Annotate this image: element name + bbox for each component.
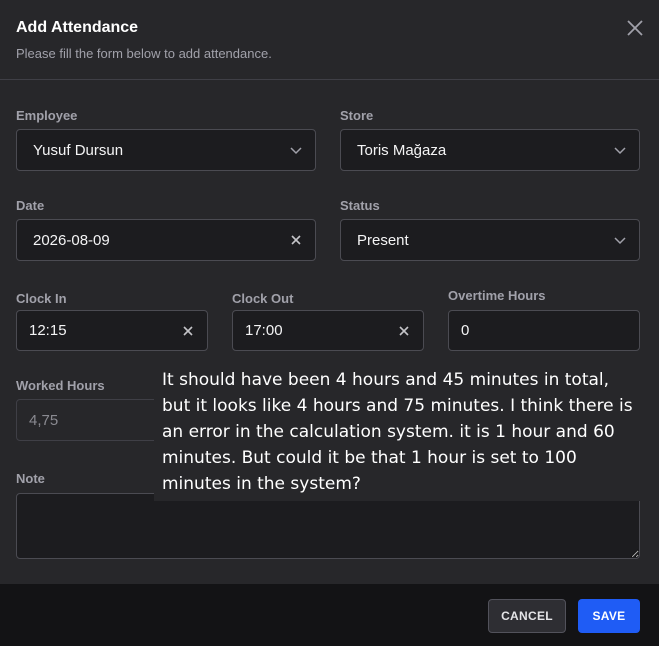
store-value: Toris Mağaza [357, 141, 447, 159]
overtime-hours-label: Overtime Hours [448, 288, 546, 303]
clock-in-label: Clock In [16, 291, 67, 306]
annotation-text: It should have been 4 hours and 45 minut… [154, 363, 649, 501]
dialog-title: Add Attendance [16, 19, 139, 36]
close-button[interactable] [624, 17, 646, 39]
cancel-button[interactable]: CANCEL [488, 599, 566, 633]
date-value: 2026-08-09 [33, 231, 110, 249]
store-select[interactable]: Toris Mağaza [340, 129, 640, 171]
worked-hours-value: 4,75 [29, 411, 59, 429]
chevron-down-icon [290, 147, 302, 155]
annotation-line: It should have been 4 hours and 45 minut… [162, 370, 610, 390]
clear-icon[interactable] [397, 324, 411, 338]
store-label: Store [340, 108, 374, 123]
dialog-header: Add Attendance Please fill the form belo… [0, 0, 659, 80]
chevron-down-icon [614, 147, 626, 155]
note-textarea[interactable] [16, 493, 640, 559]
dialog-footer: CANCEL SAVE [0, 584, 659, 646]
clock-in-value: 12:15 [29, 322, 67, 339]
clear-icon[interactable] [289, 233, 303, 247]
dialog-subtitle: Please fill the form below to add attend… [16, 46, 272, 61]
status-label: Status [340, 198, 380, 213]
annotation-line: minutes in the system? [162, 474, 361, 494]
close-icon [627, 20, 643, 36]
clock-out-value: 17:00 [245, 322, 283, 339]
note-label: Note [16, 471, 45, 486]
status-select[interactable]: Present [340, 219, 640, 261]
worked-hours-label: Worked Hours [16, 378, 105, 393]
add-attendance-dialog: Add Attendance Please fill the form belo… [0, 0, 659, 646]
chevron-down-icon [614, 237, 626, 245]
clock-out-input[interactable]: 17:00 [232, 310, 424, 351]
status-value: Present [357, 231, 409, 249]
overtime-hours-value: 0 [461, 322, 470, 339]
save-button[interactable]: SAVE [578, 599, 640, 633]
clock-in-input[interactable]: 12:15 [16, 310, 208, 351]
clear-icon[interactable] [181, 324, 195, 338]
date-input[interactable]: 2026-08-09 [16, 219, 316, 261]
annotation-line: an error in the calculation system. it i… [162, 422, 615, 442]
clock-out-label: Clock Out [232, 291, 294, 306]
annotation-line: but it looks like 4 hours and 75 minutes… [162, 396, 633, 416]
overtime-hours-input[interactable]: 0 [448, 310, 640, 351]
annotation-line: minutes. But could it be that 1 hour is … [162, 448, 577, 468]
employee-label: Employee [16, 108, 78, 123]
employee-select[interactable]: Yusuf Dursun [16, 129, 316, 171]
employee-value: Yusuf Dursun [33, 141, 124, 159]
date-label: Date [16, 198, 45, 213]
